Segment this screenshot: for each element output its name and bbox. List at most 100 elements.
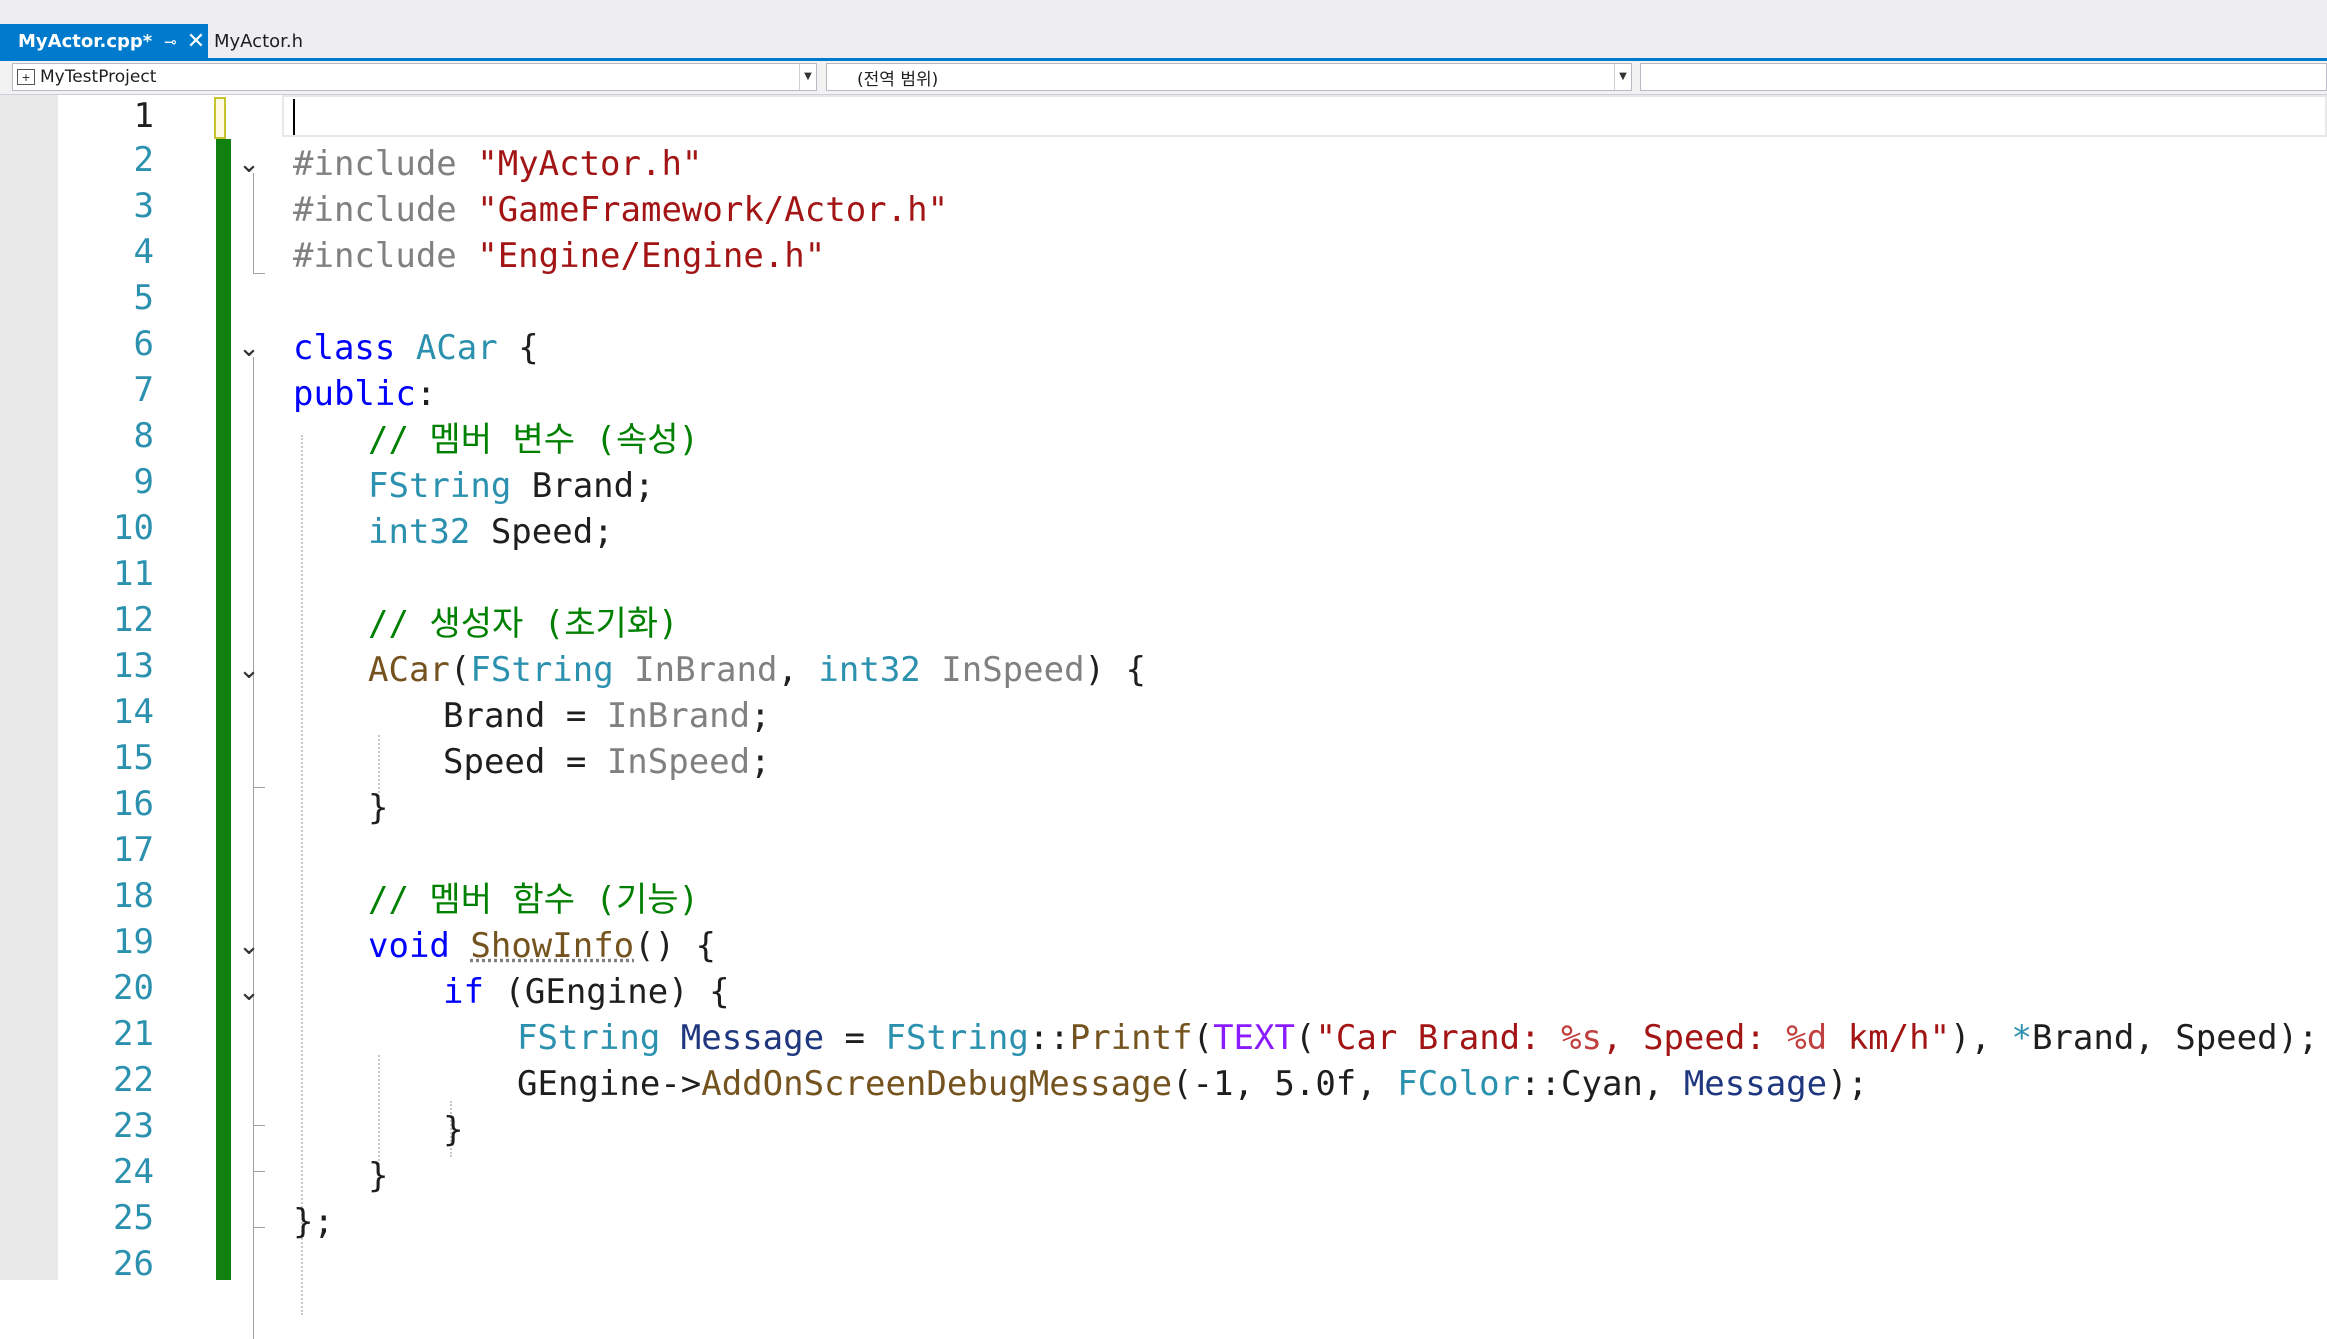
fold-end (253, 1125, 265, 1126)
format-specifier: %s (1561, 1018, 1603, 1058)
identifier: Brand, Speed); (2031, 1018, 2319, 1058)
string-literal: "MyActor.h" (477, 144, 703, 184)
comment: // 멤버 변수 (속성) (368, 420, 699, 460)
type-name: ACar (415, 328, 498, 368)
line-number: 16 (113, 784, 154, 824)
code-line-24: } (368, 1153, 388, 1199)
line-number: 13 (113, 646, 154, 686)
code-editor[interactable]: 1 2 3 4 5 6 7 8 9 10 11 12 13 14 15 16 1… (0, 95, 2327, 1339)
punctuation: ), (1950, 1018, 2012, 1058)
scope-operator: :: (1028, 1018, 1070, 1058)
line-number: 24 (113, 1152, 154, 1192)
line-number: 5 (133, 278, 154, 318)
type-name: int32 (818, 650, 921, 690)
punctuation: , (777, 650, 819, 690)
operator: = (824, 1018, 886, 1058)
navigation-bar: + MyTestProject ▼ (전역 범위) ▼ (0, 61, 2327, 95)
scope-value: (전역 범위) (857, 69, 939, 90)
tab-myactor-h[interactable]: MyActor.h (208, 24, 368, 59)
pin-icon[interactable]: ⊸ (164, 33, 177, 51)
parameter: InSpeed (941, 650, 1085, 690)
keyword: class (293, 328, 396, 368)
comment: // 생성자 (초기화) (368, 604, 679, 644)
scope-operator: :: (1520, 1064, 1561, 1104)
code-line-23: } (443, 1107, 463, 1153)
identifier: Speed; (470, 512, 614, 552)
string-literal: "Engine/Engine.h" (477, 236, 826, 276)
tab-myactor-cpp[interactable]: MyActor.cpp* ⊸ ✕ (0, 24, 208, 59)
member-dropdown[interactable] (1640, 63, 2327, 91)
collapse-chevron-icon[interactable]: ⌄ (238, 141, 260, 187)
punctuation: } (368, 788, 389, 828)
collapse-chevron-icon[interactable]: ⌄ (238, 969, 260, 1015)
punctuation: ); (1827, 1064, 1869, 1104)
punctuation: } (368, 1156, 389, 1196)
keyword: void (368, 926, 450, 966)
keyword: if (443, 972, 484, 1012)
punctuation: ; (750, 696, 771, 736)
dropdown-arrow-icon[interactable]: ▼ (799, 64, 816, 90)
text-caret (293, 99, 295, 135)
line-number: 1 (133, 96, 154, 136)
unsaved-change-marker (214, 97, 226, 139)
fold-line (253, 679, 254, 787)
collapse-chevron-icon[interactable]: ⌄ (238, 923, 260, 969)
punctuation: ) { (1084, 650, 1146, 690)
line-number: 14 (113, 692, 154, 732)
fold-line (253, 1001, 254, 1125)
line-number: 10 (113, 508, 154, 548)
identifier: (GEngine) { (483, 972, 730, 1012)
code-line-14: Brand = InBrand; (443, 693, 771, 739)
code-line-13: ACar(FString InBrand, int32 InSpeed) { (368, 647, 1146, 693)
function-name: ShowInfo (470, 926, 635, 966)
function-name: ACar (368, 650, 450, 690)
type-name: FString (368, 466, 512, 506)
type-name: FColor (1397, 1064, 1521, 1104)
operator: = (565, 696, 587, 736)
line-number: 12 (113, 600, 154, 640)
window-top-strip (0, 0, 2327, 24)
line-number: 7 (133, 370, 154, 410)
punctuation: ( (1192, 1018, 1214, 1058)
collapse-chevron-icon[interactable]: ⌄ (238, 647, 260, 693)
line-number: 21 (113, 1014, 154, 1054)
code-line-19: void ShowInfo() { (368, 923, 716, 969)
line-number: 4 (133, 232, 154, 272)
code-line-20: if (GEngine) { (443, 969, 730, 1015)
scope-dropdown[interactable]: (전역 범위) ▼ (826, 63, 1632, 91)
code-line-25: }; (293, 1199, 334, 1245)
preprocessor-directive: #include (293, 236, 478, 276)
code-line-21: FString Message = FString::Printf(TEXT("… (517, 1015, 2319, 1061)
line-number: 20 (113, 968, 154, 1008)
close-icon[interactable]: ✕ (187, 29, 205, 54)
string-literal: "GameFramework/Actor.h" (477, 190, 949, 230)
project-name: MyTestProject (40, 67, 157, 87)
fold-line (253, 173, 254, 273)
collapse-chevron-icon[interactable]: ⌄ (238, 325, 260, 371)
current-line-highlight (282, 95, 2327, 137)
code-line-22: GEngine->AddOnScreenDebugMessage(-1, 5.0… (517, 1061, 1868, 1107)
identifier: Brand (443, 696, 546, 736)
code-line-4: #include "Engine/Engine.h" (293, 233, 825, 279)
code-line-15: Speed = InSpeed; (443, 739, 771, 785)
saved-change-bar (216, 139, 231, 1280)
project-dropdown[interactable]: + MyTestProject ▼ (12, 63, 817, 91)
code-line-10: int32 Speed; (368, 509, 614, 555)
line-number: 8 (133, 416, 154, 456)
type-name: FString (885, 1018, 1029, 1058)
indent-guide (301, 435, 303, 1315)
preprocessor-directive: #include (293, 144, 478, 184)
code-line-8: // 멤버 변수 (속성) (368, 417, 699, 463)
type-name: int32 (368, 512, 471, 552)
punctuation: { (497, 328, 539, 368)
dropdown-arrow-icon[interactable]: ▼ (1614, 64, 1631, 90)
line-number: 15 (113, 738, 154, 778)
line-number: 3 (133, 186, 154, 226)
line-number: 23 (113, 1106, 154, 1146)
